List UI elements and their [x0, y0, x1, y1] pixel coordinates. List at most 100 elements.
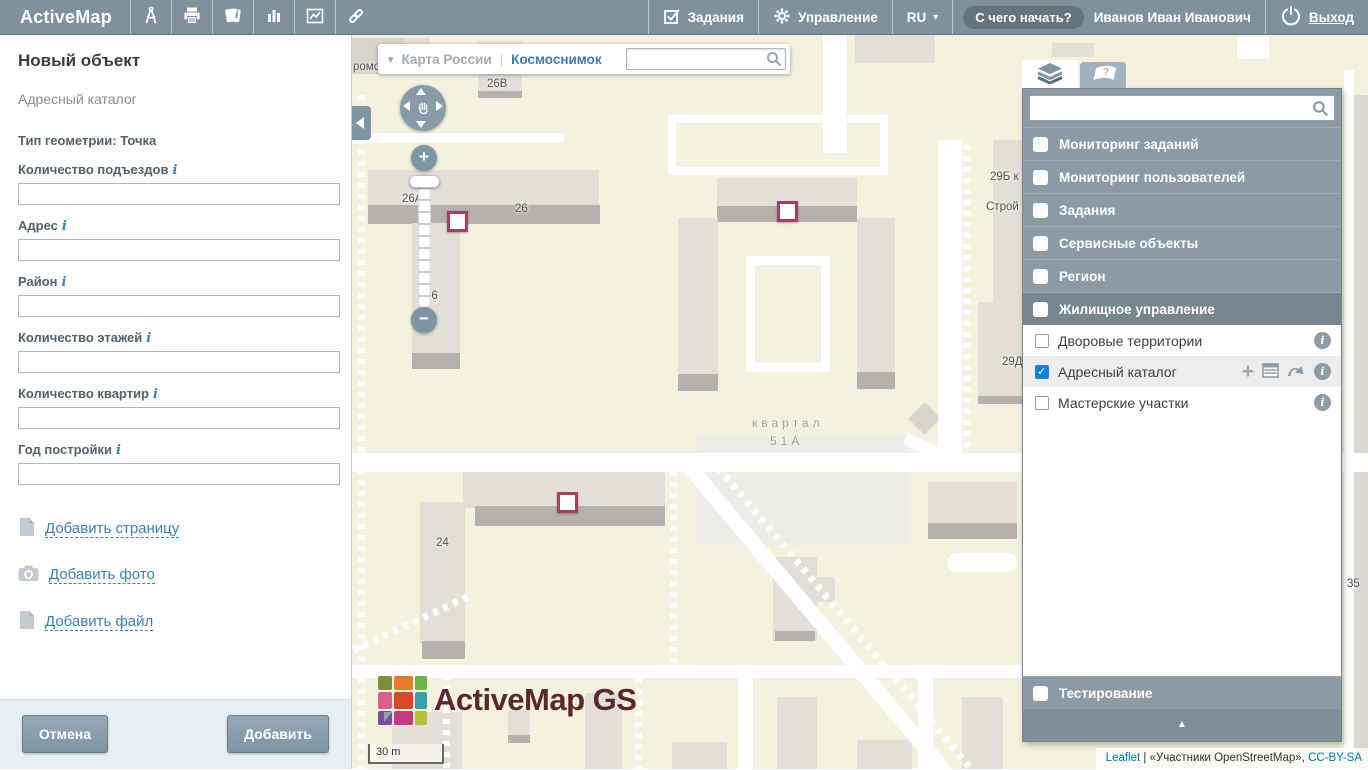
field-label: Адресi — [18, 218, 339, 234]
group-label: Задания — [1059, 203, 1115, 218]
zoom-slider[interactable] — [418, 177, 431, 309]
group-label: Жилищное управление — [1059, 302, 1215, 317]
district-field[interactable] — [18, 295, 340, 317]
map-building-shadow — [775, 631, 815, 641]
pan-up-icon[interactable] — [416, 88, 426, 95]
measure-icon — [141, 6, 161, 29]
panel-collapse-button[interactable]: ▲ — [1023, 709, 1341, 741]
leaflet-link[interactable]: Leaflet — [1106, 752, 1141, 764]
layer-checkbox[interactable] — [1035, 396, 1049, 410]
layer-info-button[interactable]: i — [1314, 394, 1331, 411]
bar-chart-button[interactable] — [254, 0, 294, 34]
layer-group-tasks[interactable]: Задания — [1023, 193, 1341, 226]
zoom-in-button[interactable]: + — [411, 145, 437, 171]
layer-group-service-objects[interactable]: Сервисные объекты — [1023, 226, 1341, 259]
attribution-text: | «Участники OpenStreetMap», — [1140, 752, 1308, 764]
add-file-link[interactable]: Добавить файл — [45, 613, 153, 631]
pan-control[interactable] — [400, 85, 446, 131]
measure-button[interactable] — [131, 0, 171, 34]
group-checkbox[interactable] — [1033, 203, 1048, 218]
zoom-to-layer-button[interactable] — [1287, 364, 1306, 380]
map-building — [672, 742, 727, 769]
logout-button[interactable]: Выход — [1266, 0, 1368, 34]
zoom-slider-handle[interactable] — [409, 175, 440, 188]
map-marker[interactable] — [777, 201, 798, 222]
zoom-out-button[interactable]: − — [411, 307, 437, 333]
language-selector[interactable]: RU ▾ — [893, 0, 953, 34]
app-logo[interactable]: ActiveMap — [0, 0, 130, 34]
chevron-down-icon[interactable]: ▾ — [388, 53, 394, 66]
layer-info-button[interactable]: i — [1314, 363, 1331, 380]
form-footer: Отмена Добавить — [0, 699, 351, 769]
pan-left-icon[interactable] — [403, 101, 410, 111]
sidebar-collapse-button[interactable] — [352, 106, 371, 140]
switcher-divider: | — [500, 52, 503, 67]
group-checkbox[interactable] — [1033, 302, 1048, 317]
layer-info-button[interactable]: i — [1314, 332, 1331, 349]
admin-label: Управление — [798, 10, 878, 25]
user-name[interactable]: Иванов Иван Иванович — [1088, 0, 1265, 34]
add-button[interactable]: Добавить — [227, 715, 329, 753]
tab-legend[interactable]: ? — [1080, 62, 1126, 88]
address-field[interactable] — [18, 239, 340, 261]
admin-menu[interactable]: Управление — [759, 0, 892, 34]
layer-group-housing[interactable]: Жилищное управление — [1023, 292, 1341, 325]
info-hint[interactable]: i — [146, 331, 151, 346]
print-button[interactable] — [172, 0, 212, 34]
build-year-field[interactable] — [18, 463, 340, 485]
group-checkbox[interactable] — [1033, 236, 1048, 251]
group-checkbox[interactable] — [1033, 137, 1048, 152]
sublayer-address-catalog[interactable]: Адресный каталог + i — [1023, 356, 1341, 387]
map-marker[interactable] — [557, 492, 578, 513]
tasks-menu[interactable]: Задания — [649, 0, 758, 34]
info-pages-button[interactable]: i — [213, 0, 253, 34]
info-hint[interactable]: i — [62, 275, 67, 290]
link-icon — [346, 6, 366, 29]
layer-group-region[interactable]: Регион — [1023, 259, 1341, 292]
group-label: Мониторинг пользователей — [1059, 170, 1245, 185]
entrance-count-field[interactable] — [18, 183, 340, 205]
group-checkbox[interactable] — [1033, 686, 1048, 701]
group-checkbox[interactable] — [1033, 170, 1048, 185]
layer-checkbox[interactable] — [1035, 334, 1049, 348]
add-page-link[interactable]: Добавить страницу — [45, 520, 179, 538]
floors-count-field[interactable] — [18, 351, 340, 373]
group-checkbox[interactable] — [1033, 269, 1048, 284]
sublayer-yard-territories[interactable]: Дворовые территории i — [1023, 325, 1341, 356]
layer-checkbox-checked[interactable] — [1035, 365, 1049, 379]
pan-right-icon[interactable] — [436, 101, 443, 111]
search-icon[interactable] — [766, 51, 782, 70]
info-hint[interactable]: i — [172, 163, 177, 178]
map-search-input[interactable] — [626, 48, 786, 70]
attribute-table-button[interactable] — [1262, 363, 1279, 381]
layer-group-testing[interactable]: Тестирование — [1023, 676, 1341, 709]
info-hint[interactable]: i — [116, 443, 121, 458]
base-layer-alternate[interactable]: Космоснимок — [511, 52, 601, 67]
pan-down-icon[interactable] — [416, 121, 426, 128]
search-icon[interactable] — [1312, 100, 1329, 120]
layers-panel-spacer — [1023, 418, 1341, 676]
link-button[interactable] — [336, 0, 376, 34]
map-road — [1344, 70, 1354, 769]
sublayer-workshop-areas[interactable]: Мастерские участки i — [1023, 387, 1341, 418]
layers-search-input[interactable] — [1029, 95, 1335, 121]
group-label: Регион — [1059, 269, 1106, 284]
add-feature-button[interactable]: + — [1242, 363, 1254, 381]
scale-bar: 30 m — [368, 744, 444, 764]
add-photo-link[interactable]: Добавить фото — [49, 566, 155, 584]
license-link[interactable]: CC-BY-SA — [1308, 752, 1362, 764]
cancel-button[interactable]: Отмена — [22, 715, 108, 753]
map-tree-path — [358, 95, 365, 769]
map-canvas[interactable]: ромойка 26В 26А 26 26 24 квартал 51А 29Б… — [352, 35, 1368, 769]
map-marker[interactable] — [447, 211, 468, 232]
line-chart-button[interactable] — [295, 0, 335, 34]
map-label: 26 — [515, 203, 528, 215]
layer-group-monitoring-tasks[interactable]: Мониторинг заданий — [1023, 127, 1341, 160]
base-layer-selected[interactable]: Карта России — [402, 52, 492, 67]
info-hint[interactable]: i — [62, 219, 67, 234]
getting-started-badge[interactable]: С чего начать? — [963, 6, 1083, 29]
layer-group-monitoring-users[interactable]: Мониторинг пользователей — [1023, 160, 1341, 193]
apartments-count-field[interactable] — [18, 407, 340, 429]
info-hint[interactable]: i — [153, 387, 158, 402]
tab-layers[interactable] — [1022, 60, 1078, 88]
